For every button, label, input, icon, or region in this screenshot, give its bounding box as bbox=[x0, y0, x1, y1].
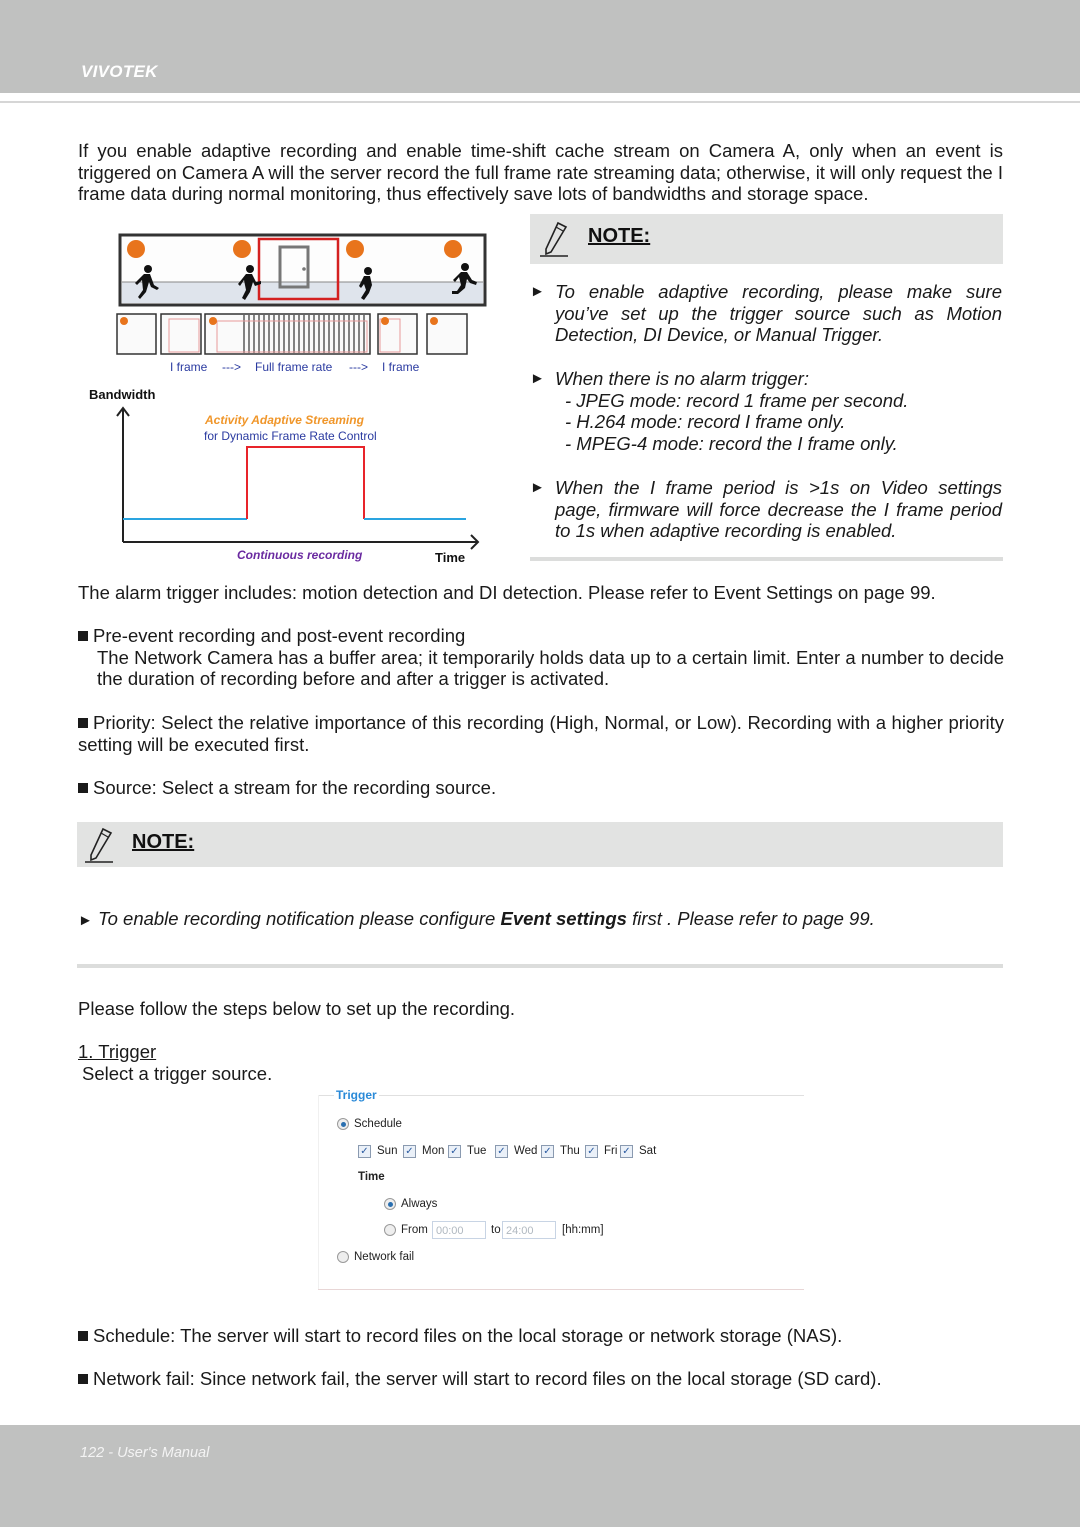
checkbox-tue[interactable]: ✓ bbox=[448, 1145, 461, 1158]
from-time-input[interactable]: 00:00 bbox=[432, 1221, 486, 1239]
always-radio[interactable] bbox=[384, 1198, 396, 1210]
marker-2 bbox=[233, 240, 251, 258]
x-axis-label: Time bbox=[435, 550, 466, 565]
frame-label-full-rate: Full frame rate bbox=[255, 360, 333, 374]
pencil-icon bbox=[540, 221, 568, 257]
always-label: Always bbox=[401, 1198, 438, 1210]
day-label-mon: Mon bbox=[422, 1145, 445, 1157]
note1-divider bbox=[530, 557, 1003, 561]
steps-intro: Please follow the steps below to set up … bbox=[78, 998, 516, 1019]
brand-logo: VIVOTEK bbox=[81, 62, 158, 81]
frame-label-iframe-end: I frame bbox=[382, 360, 420, 374]
schedule-radio[interactable] bbox=[337, 1118, 349, 1130]
frame-label-arrow-2: ---> bbox=[349, 360, 368, 374]
network-fail-label: Network fail bbox=[354, 1251, 415, 1263]
bullet-network-fail: Network fail: Since network fail, the se… bbox=[78, 1368, 1004, 1390]
time-unit-label: [hh:mm] bbox=[562, 1224, 604, 1236]
baseline-label: Continuous recording bbox=[237, 548, 363, 562]
intro-paragraph: If you enable adaptive recording and ena… bbox=[78, 140, 1003, 205]
day-label-thu: Thu bbox=[560, 1145, 580, 1157]
checkbox-sat[interactable]: ✓ bbox=[620, 1145, 633, 1158]
bullet-source: Source: Select a stream for the recordin… bbox=[78, 777, 1004, 799]
y-axis-label: Bandwidth bbox=[89, 387, 156, 402]
square-bullet-icon bbox=[78, 631, 88, 641]
bullet-schedule: Schedule: The server will start to recor… bbox=[78, 1325, 1004, 1347]
schedule-label: Schedule bbox=[354, 1118, 402, 1130]
page-header: VIVOTEK bbox=[0, 0, 1080, 93]
checkbox-thu[interactable]: ✓ bbox=[541, 1145, 554, 1158]
checkbox-wed[interactable]: ✓ bbox=[495, 1145, 508, 1158]
square-bullet-icon bbox=[78, 1374, 88, 1384]
note1-item-3: ► When the I frame period is >1s on Vide… bbox=[530, 477, 1002, 542]
header-divider bbox=[0, 101, 1080, 103]
from-label: From bbox=[401, 1224, 428, 1236]
pencil-icon bbox=[85, 827, 113, 863]
day-label-sat: Sat bbox=[639, 1145, 657, 1157]
frame-label-iframe-start: I frame bbox=[170, 360, 208, 374]
marker-3 bbox=[346, 240, 364, 258]
checkbox-fri[interactable]: ✓ bbox=[585, 1145, 598, 1158]
bullet-pre-post-event: Pre-event recording and post-event recor… bbox=[78, 625, 1004, 690]
square-bullet-icon bbox=[78, 718, 88, 728]
day-label-sun: Sun bbox=[377, 1145, 398, 1157]
event-pulse bbox=[246, 446, 365, 519]
day-label-wed: Wed bbox=[514, 1145, 538, 1157]
network-fail-radio[interactable] bbox=[337, 1251, 349, 1263]
page-number: 122 - User's Manual bbox=[80, 1445, 210, 1461]
note1-item-2: ► When there is no alarm trigger: - JPEG… bbox=[530, 368, 909, 455]
time-label: Time bbox=[358, 1171, 385, 1183]
highlight-title: Activity Adaptive Streaming bbox=[205, 413, 364, 427]
alarm-paragraph: The alarm trigger includes: motion detec… bbox=[78, 582, 936, 603]
camera-scene bbox=[118, 233, 487, 307]
bullet-priority: Priority: Select the relative importance… bbox=[78, 712, 1004, 755]
checkbox-sun[interactable]: ✓ bbox=[358, 1145, 371, 1158]
frame-label-arrow-1: ---> bbox=[222, 360, 241, 374]
trigger-settings-panel: Trigger Schedule ✓ Sun ✓ Mon ✓ Tue ✓ Wed ✓ Thu ✓ Fr… bbox=[318, 1084, 804, 1290]
day-label-fri: Fri bbox=[604, 1145, 618, 1157]
event-settings-ref: Event settings bbox=[500, 908, 627, 929]
trigger-legend: Trigger bbox=[334, 1088, 379, 1102]
day-label-tue: Tue bbox=[467, 1145, 487, 1157]
highlight-subtitle: for Dynamic Frame Rate Control bbox=[204, 429, 377, 443]
page-footer: 122 - User's Manual bbox=[0, 1425, 1080, 1527]
triangle-bullet-icon: ► bbox=[530, 479, 545, 496]
note-title-2: NOTE: bbox=[132, 831, 195, 853]
from-radio[interactable] bbox=[384, 1224, 396, 1236]
to-time-input[interactable]: 24:00 bbox=[502, 1221, 556, 1239]
marker-4 bbox=[444, 240, 462, 258]
square-bullet-icon bbox=[78, 783, 88, 793]
adaptive-streaming-diagram: I frame ---> Full frame rate ---> I fram… bbox=[80, 230, 500, 570]
triangle-bullet-icon: ► bbox=[530, 370, 545, 387]
step1-desc: Select a trigger source. bbox=[82, 1063, 273, 1084]
marker-1 bbox=[127, 240, 145, 258]
triangle-bullet-icon: ► bbox=[530, 283, 545, 300]
note-header-1: NOTE: bbox=[530, 214, 1003, 264]
note2-divider bbox=[77, 964, 1003, 968]
triangle-bullet-icon: ► bbox=[78, 912, 93, 929]
step1-title: 1. Trigger bbox=[78, 1041, 157, 1062]
square-bullet-icon bbox=[78, 1331, 88, 1341]
note-header-2: NOTE: bbox=[77, 822, 1003, 867]
note2-text: ► To enable recording notification pleas… bbox=[78, 908, 875, 929]
note1-item-1: ► To enable adaptive recording, please m… bbox=[530, 281, 1002, 346]
checkbox-mon[interactable]: ✓ bbox=[403, 1145, 416, 1158]
to-label: to bbox=[491, 1224, 501, 1236]
note-title-1: NOTE: bbox=[588, 225, 651, 247]
